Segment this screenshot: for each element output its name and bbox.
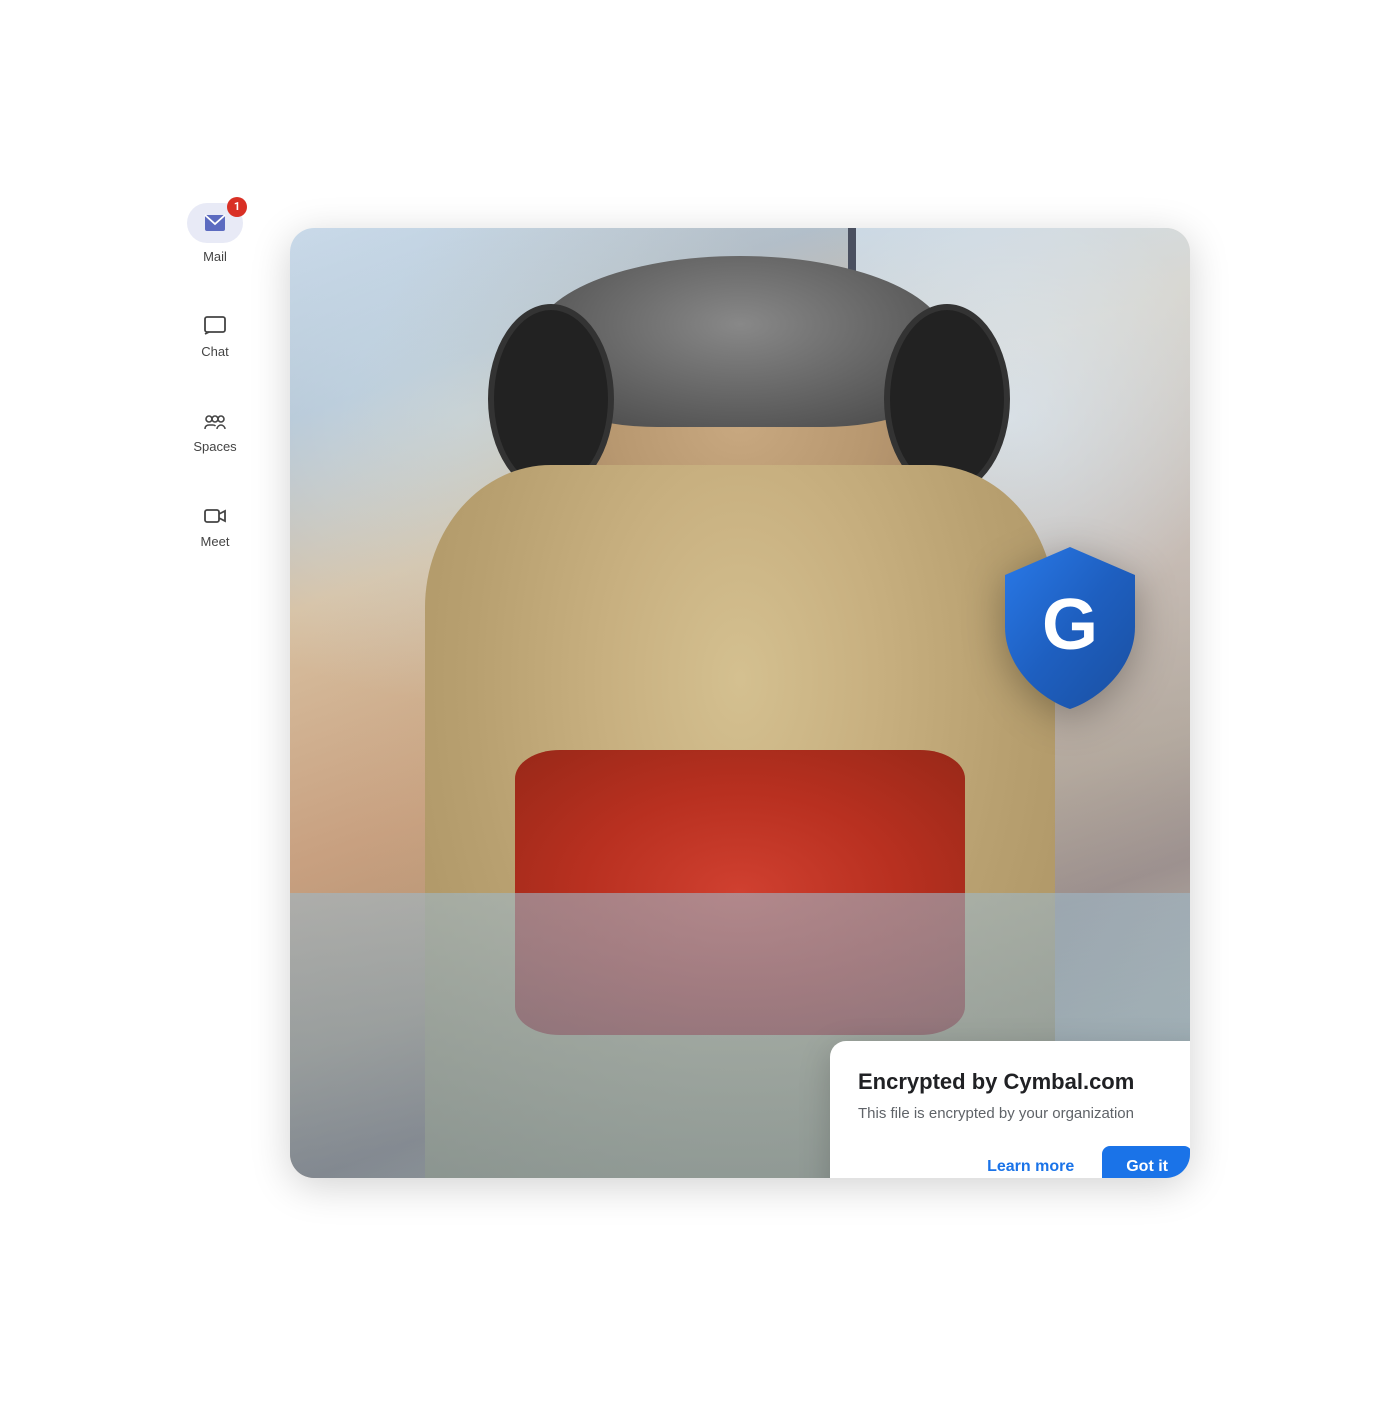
sidebar: 1 Mail Chat Spaces [150,203,280,549]
encryption-title: Encrypted by Cymbal.com [858,1069,1190,1095]
main-card: G Encrypted by Cymbal.com This file is e… [290,228,1190,1178]
spaces-icon [203,409,227,433]
meet-label: Meet [201,534,230,549]
learn-more-button[interactable]: Learn more [971,1148,1090,1178]
mail-icon [203,211,227,235]
mail-label: Mail [203,249,227,264]
got-it-button[interactable]: Got it [1102,1146,1190,1178]
sidebar-item-mail[interactable]: 1 Mail [187,203,243,264]
sidebar-item-spaces[interactable]: Spaces [193,409,236,454]
mail-badge: 1 [227,197,247,217]
sidebar-item-chat[interactable]: Chat [201,314,228,359]
encryption-actions: Learn more Got it [858,1146,1190,1178]
sidebar-item-meet[interactable]: Meet [201,504,230,549]
encryption-subtitle: This file is encrypted by your organizat… [858,1105,1190,1122]
mail-icon-wrapper: 1 [187,203,243,243]
google-shield-icon: G [990,537,1150,717]
encryption-card: Encrypted by Cymbal.com This file is enc… [830,1041,1190,1178]
scene: 1 Mail Chat Spaces [150,103,1250,1303]
chat-icon [203,314,227,338]
meet-icon [203,504,227,528]
spaces-label: Spaces [193,439,236,454]
shield-container: G [990,537,1150,717]
svg-text:G: G [1042,585,1098,665]
chat-label: Chat [201,344,228,359]
